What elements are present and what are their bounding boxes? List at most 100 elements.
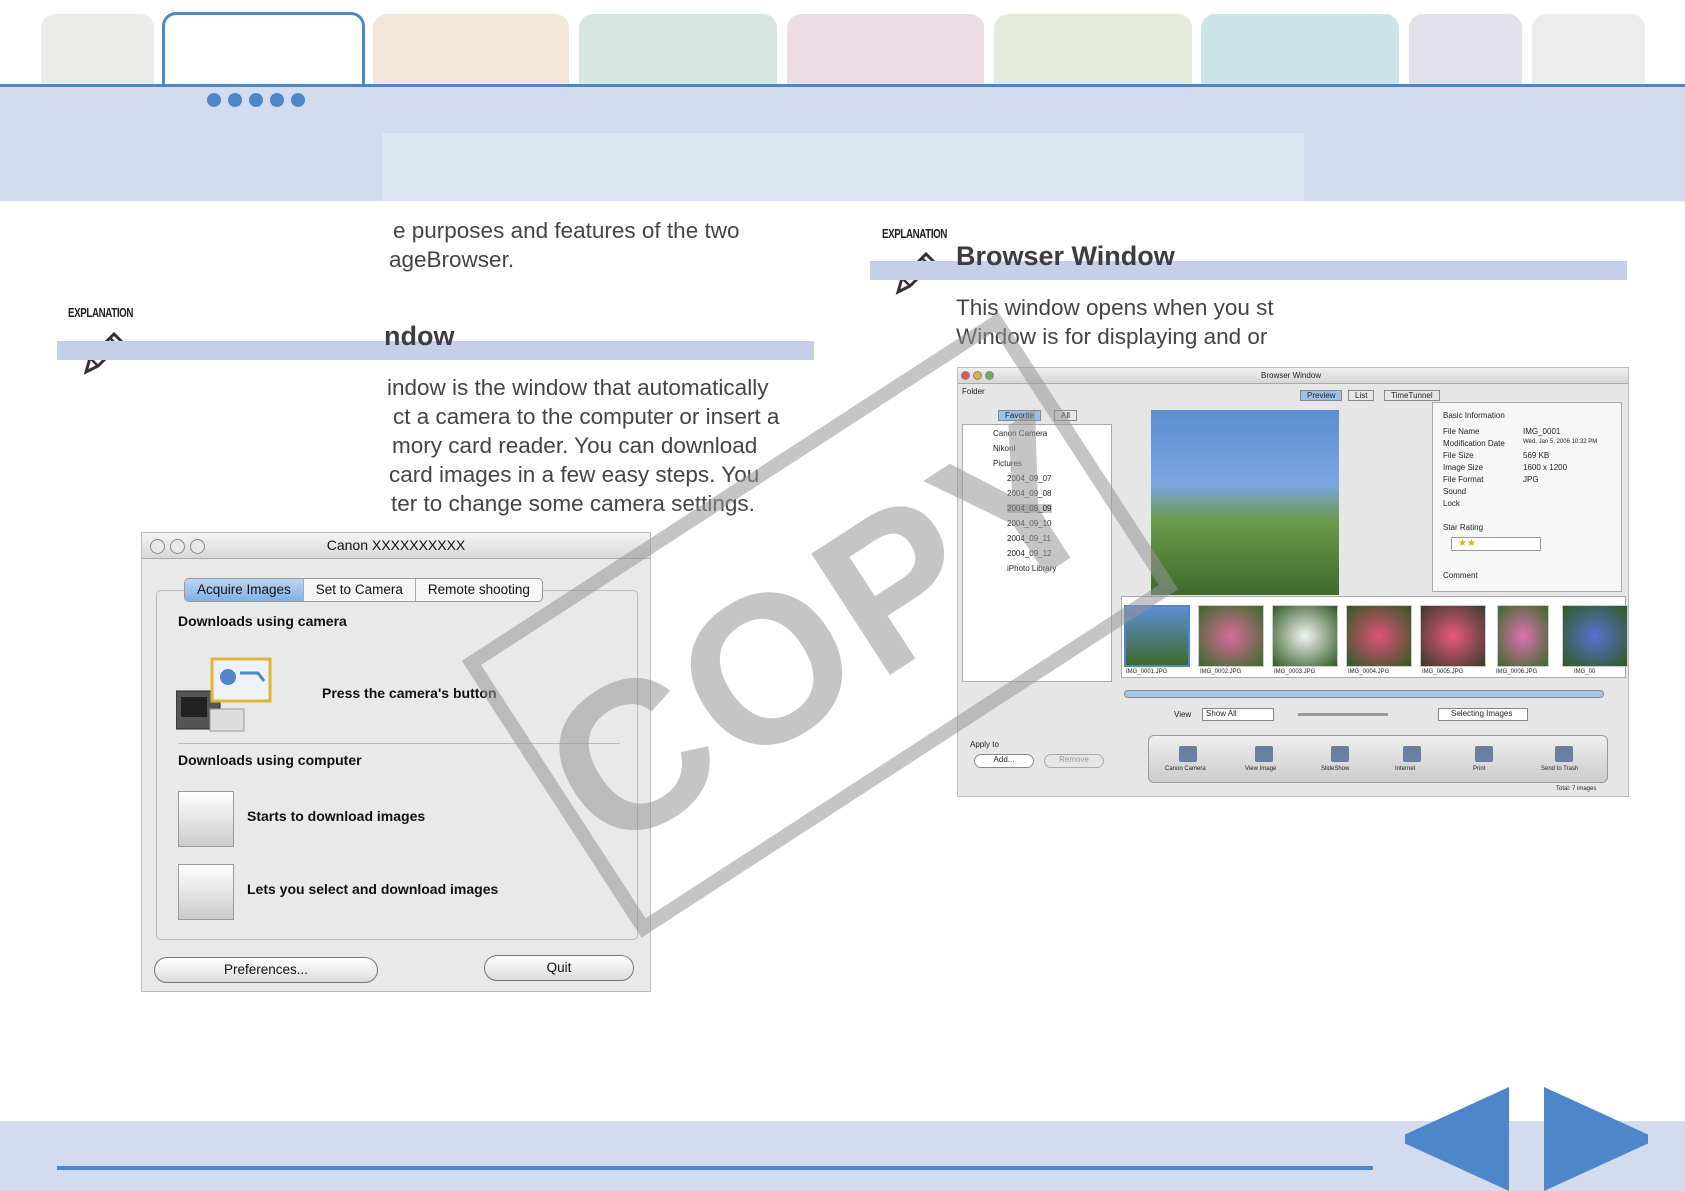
toolbar-label: Send to Trash <box>1541 766 1579 772</box>
select-download-icon[interactable] <box>178 864 234 920</box>
explanation-tag: EXPLANATION <box>882 226 948 241</box>
window-title: Browser Window <box>1261 371 1322 380</box>
body-line-2: ct a camera to the computer or insert a <box>393 404 780 429</box>
thumbnail[interactable] <box>1198 605 1264 667</box>
page-dot <box>207 93 221 107</box>
zoom-slider[interactable] <box>1298 713 1388 716</box>
thumb-label: IMG_0006.JPG <box>1496 669 1538 675</box>
body-line-4: card images in a few easy steps. You <box>389 462 760 487</box>
info-value: JPG <box>1523 475 1539 484</box>
remove-button[interactable]: Remove <box>1044 754 1104 768</box>
info-value: 569 KB <box>1523 451 1550 460</box>
info-value: 1600 x 1200 <box>1523 463 1568 472</box>
header-line <box>0 84 1685 87</box>
chapter-tab-5[interactable] <box>787 14 984 86</box>
tab-bar: Acquire Images Set to Camera Remote shoo… <box>184 578 543 602</box>
apply-label: Apply to <box>970 740 999 749</box>
toolbar-label: Internet <box>1395 766 1416 772</box>
view-select[interactable]: Show All <box>1202 708 1274 721</box>
preview-image <box>1151 410 1339 595</box>
preferences-button[interactable]: Preferences... <box>154 957 378 983</box>
info-key: File Format <box>1443 475 1484 484</box>
thumb-label: IMG_0001.JPG <box>1126 669 1168 675</box>
tab-timetunnel[interactable]: TimeTunnel <box>1384 390 1440 401</box>
chapter-tab-3[interactable] <box>373 14 569 86</box>
trash-icon[interactable] <box>1555 746 1573 762</box>
thumb-label: IMG_0003.JPG <box>1274 669 1316 675</box>
option-select-download[interactable]: Lets you select and download images <box>247 881 498 897</box>
tab-acquire-images[interactable]: Acquire Images <box>185 579 304 601</box>
info-value: Wed, Jan 5, 2006 10:32 PM <box>1523 439 1598 445</box>
chapter-tab-1[interactable] <box>41 14 154 86</box>
section-heading-right: Browser Window <box>956 241 1175 271</box>
option-start-download[interactable]: Starts to download images <box>247 808 425 824</box>
camera-download-icon <box>176 657 272 732</box>
page-dot <box>249 93 263 107</box>
tab-preview[interactable]: Preview <box>1300 390 1343 401</box>
previous-page-arrow-icon[interactable] <box>1405 1087 1509 1191</box>
download-images-icon[interactable] <box>178 791 234 847</box>
footer-line <box>57 1166 1373 1170</box>
thumbnail[interactable] <box>1420 605 1486 667</box>
tab-remote-shooting[interactable]: Remote shooting <box>416 579 542 601</box>
info-key: Modification Date <box>1443 439 1505 448</box>
intro-line-2: ageBrowser. <box>389 247 515 272</box>
window-titlebar: Browser Window <box>958 368 1628 384</box>
thumb-label: IMG_00 <box>1574 669 1596 675</box>
manual-page: e purposes and features of the two ageBr… <box>0 0 1685 1191</box>
tab-set-to-camera[interactable]: Set to Camera <box>304 579 416 601</box>
thumbnail-scrollbar[interactable] <box>1124 690 1604 698</box>
chapter-tab-6[interactable] <box>994 14 1192 86</box>
right-body-line-1: This window opens when you st <box>956 295 1274 320</box>
thumbnail[interactable] <box>1497 605 1549 667</box>
thumb-label: IMG_0005.JPG <box>1422 669 1464 675</box>
page-indicator-dots <box>207 93 305 107</box>
section-label-camera: Downloads using camera <box>178 613 347 629</box>
quit-button[interactable]: Quit <box>484 955 634 981</box>
info-pane: Basic Information File Name IMG_0001 Mod… <box>1432 402 1622 592</box>
info-key: File Size <box>1443 451 1474 460</box>
tab-list[interactable]: List <box>1348 390 1375 401</box>
chapter-tab-7[interactable] <box>1201 14 1399 86</box>
thumb-label: IMG_0004.JPG <box>1348 669 1390 675</box>
internet-icon[interactable] <box>1403 746 1421 762</box>
toolbar-label: Canon Camera <box>1165 766 1206 772</box>
add-button[interactable]: Add... <box>974 754 1034 768</box>
view-image-icon[interactable] <box>1255 746 1273 762</box>
camera-button-label: Press the camera's button <box>322 685 497 701</box>
chapter-tab-9[interactable] <box>1532 14 1645 86</box>
thumbnail-strip: IMG_0001.JPG IMG_0002.JPG IMG_0003.JPG I… <box>1121 596 1628 678</box>
page-dot <box>270 93 284 107</box>
section-heading-left: ndow <box>384 321 455 351</box>
chapter-tab-2-active[interactable] <box>162 12 365 88</box>
header-title-area <box>382 133 1304 201</box>
toolbar-label: Print <box>1473 766 1486 772</box>
chapter-tab-4[interactable] <box>579 14 777 86</box>
selecting-images-select[interactable]: Selecting Images <box>1438 708 1528 721</box>
thumb-label: IMG_0002.JPG <box>1200 669 1242 675</box>
window-titlebar: Canon XXXXXXXXXX <box>142 533 650 559</box>
comment-label: Comment <box>1443 571 1478 580</box>
toolbar-label: SlideShow <box>1321 766 1350 772</box>
bottom-toolbar: Canon Camera View Image SlideShow Intern… <box>1148 735 1608 783</box>
info-key: Lock <box>1443 499 1460 508</box>
window-title: Canon XXXXXXXXXX <box>326 537 466 553</box>
thumbnail[interactable] <box>1346 605 1412 667</box>
info-header: Basic Information <box>1443 411 1505 420</box>
slideshow-icon[interactable] <box>1331 746 1349 762</box>
star-rating-label: Star Rating <box>1443 523 1484 532</box>
print-icon[interactable] <box>1475 746 1493 762</box>
thumbnail[interactable] <box>1272 605 1338 667</box>
view-label: View <box>1174 710 1192 719</box>
body-line-3: mory card reader. You can download <box>392 433 758 458</box>
star-rating-select[interactable]: ★★ <box>1451 537 1541 551</box>
page-dot <box>228 93 242 107</box>
info-key: File Name <box>1443 427 1480 436</box>
total-images: Total: 7 images <box>1556 786 1597 792</box>
thumbnail[interactable] <box>1562 605 1628 667</box>
info-value: IMG_0001 <box>1523 427 1561 436</box>
info-key: Image Size <box>1443 463 1484 472</box>
next-page-arrow-icon[interactable] <box>1544 1087 1648 1191</box>
camera-icon[interactable] <box>1179 746 1197 762</box>
chapter-tab-8[interactable] <box>1409 14 1522 86</box>
